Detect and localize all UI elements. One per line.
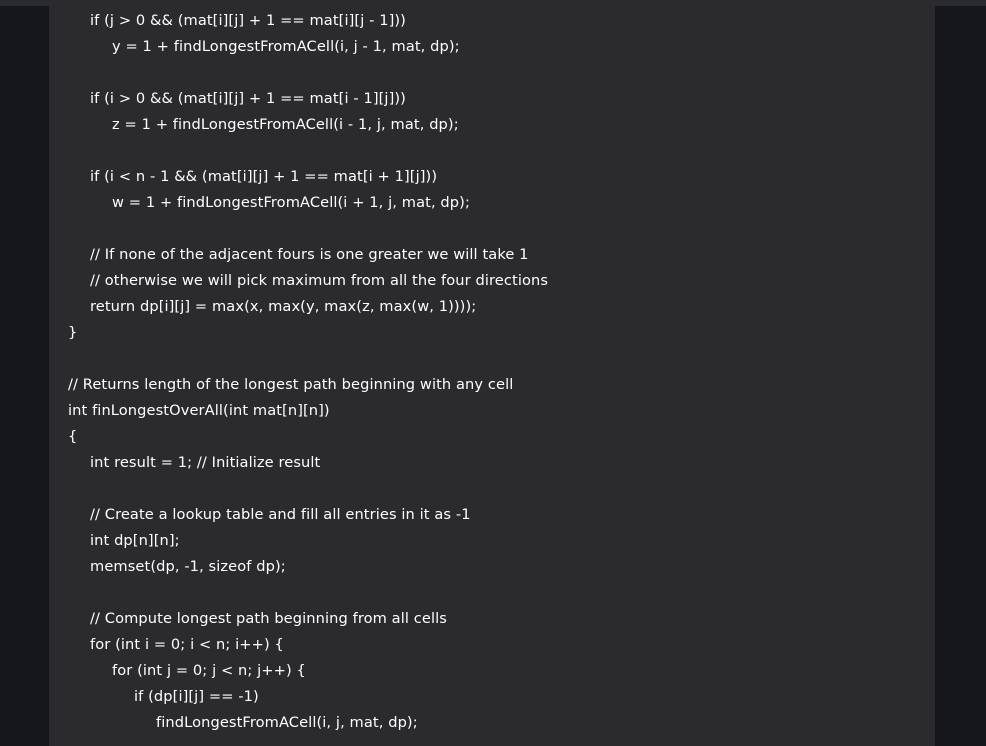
code-line: z = 1 + findLongestFromACell(i - 1, j, m…	[112, 116, 459, 133]
page: if (j > 0 && (mat[i][j] + 1 == mat[i][j …	[0, 0, 986, 746]
code-line: for (int j = 0; j < n; j++) {	[112, 662, 306, 679]
code-line: {	[68, 428, 78, 445]
code-line: if (i < n - 1 && (mat[i][j] + 1 == mat[i…	[90, 168, 438, 185]
code-line: if (i > 0 && (mat[i][j] + 1 == mat[i - 1…	[90, 90, 406, 107]
code-line: int dp[n][n];	[90, 532, 180, 549]
code-line: int finLongestOverAll(int mat[n][n])	[68, 402, 330, 419]
code-line: }	[68, 324, 78, 341]
code-line: // If none of the adjacent fours is one …	[90, 246, 529, 263]
code-line: memset(dp, -1, sizeof dp);	[90, 558, 286, 575]
code-line: findLongestFromACell(i, j, mat, dp);	[156, 714, 418, 731]
code-line: // Compute longest path beginning from a…	[90, 610, 447, 627]
code-line: w = 1 + findLongestFromACell(i + 1, j, m…	[112, 194, 470, 211]
code-line: if (dp[i][j] == -1)	[134, 688, 259, 705]
code-line: if (j > 0 && (mat[i][j] + 1 == mat[i][j …	[90, 12, 406, 29]
code-line: // Returns length of the longest path be…	[68, 376, 514, 393]
code-line: y = 1 + findLongestFromACell(i, j - 1, m…	[112, 38, 460, 55]
code-line: // otherwise we will pick maximum from a…	[90, 272, 549, 289]
code-lines: if (j > 0 && (mat[i][j] + 1 == mat[i][j …	[49, 8, 935, 736]
code-line: int result = 1; // Initialize result	[90, 454, 321, 471]
code-line: // Create a lookup table and fill all en…	[90, 506, 471, 523]
code-block[interactable]: if (j > 0 && (mat[i][j] + 1 == mat[i][j …	[49, 0, 935, 746]
code-line: return dp[i][j] = max(x, max(y, max(z, m…	[90, 298, 477, 315]
code-line: for (int i = 0; i < n; i++) {	[90, 636, 284, 653]
